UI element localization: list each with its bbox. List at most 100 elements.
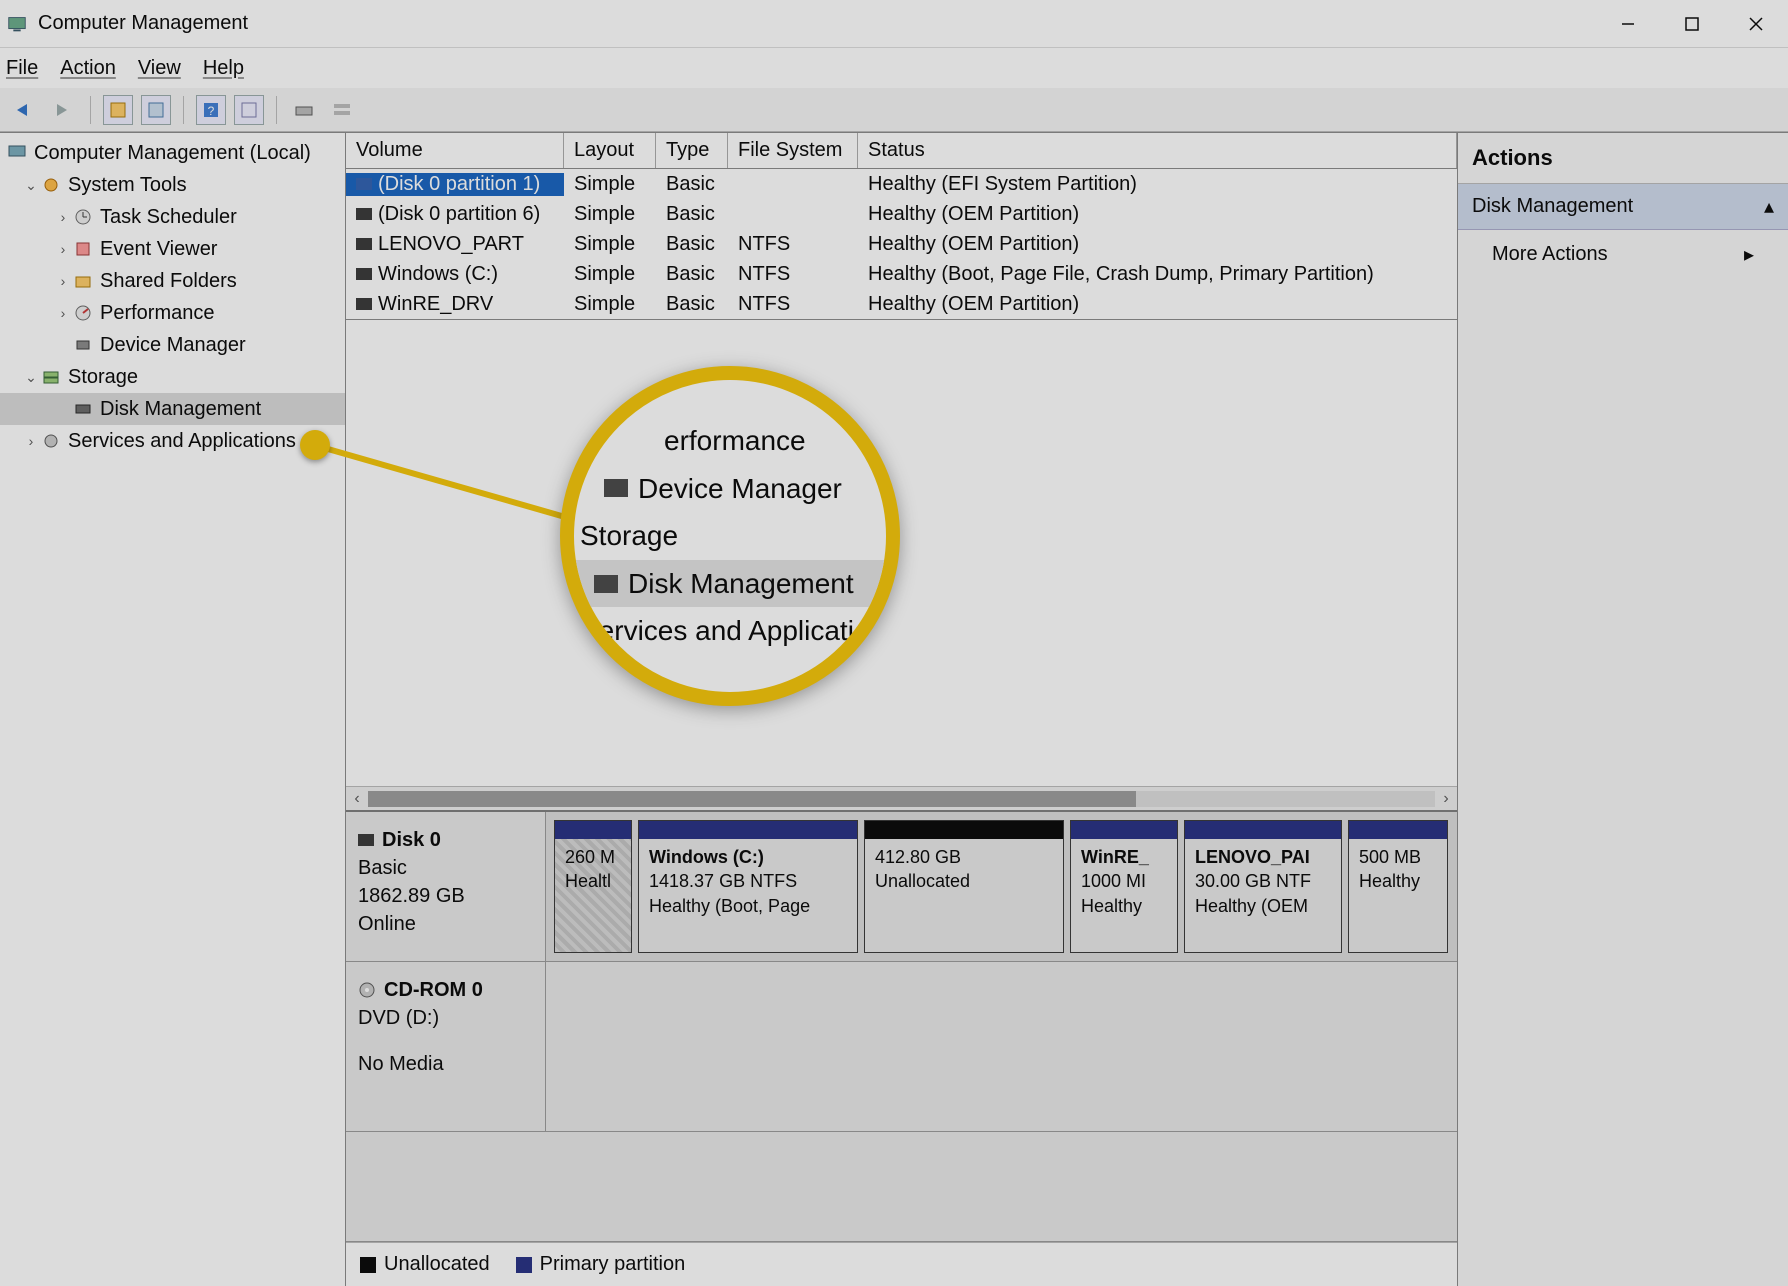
volume-row[interactable]: (Disk 0 partition 6)SimpleBasicHealthy (…: [346, 199, 1457, 229]
help-button[interactable]: ?: [196, 95, 226, 125]
volume-row[interactable]: Windows (C:)SimpleBasicNTFSHealthy (Boot…: [346, 259, 1457, 289]
menu-help[interactable]: Help: [203, 57, 244, 80]
disk-row-0[interactable]: Disk 0 Basic 1862.89 GB Online 260 MHeal…: [346, 812, 1457, 962]
forward-button[interactable]: [48, 95, 78, 125]
partition[interactable]: LENOVO_PAI30.00 GB NTFHealthy (OEM: [1184, 820, 1342, 953]
toolbar-btn-5[interactable]: [327, 95, 357, 125]
chevron-down-icon[interactable]: ⌄: [22, 177, 40, 194]
partition[interactable]: Windows (C:)1418.37 GB NTFSHealthy (Boot…: [638, 820, 858, 953]
tree-device-manager[interactable]: Device Manager: [0, 329, 345, 361]
app-window: Computer Management File Action View Hel…: [0, 0, 1788, 1286]
col-fs[interactable]: File System: [728, 133, 858, 168]
toolbar-btn-1[interactable]: [103, 95, 133, 125]
partition-line2: Healthy: [1081, 894, 1167, 918]
tree-task-scheduler[interactable]: › Task Scheduler: [0, 201, 345, 233]
partition-line1: 1000 MI: [1081, 869, 1167, 893]
actions-group-label: Disk Management: [1472, 195, 1633, 218]
disk-icon: [358, 834, 374, 846]
volume-row[interactable]: LENOVO_PARTSimpleBasicNTFSHealthy (OEM P…: [346, 229, 1457, 259]
disk0-type: Basic: [358, 854, 533, 882]
toolbar-btn-3[interactable]: [234, 95, 264, 125]
partition-line1: 412.80 GB: [875, 845, 1053, 869]
tree-system-tools-label: System Tools: [68, 174, 187, 197]
col-volume[interactable]: Volume: [346, 133, 564, 168]
volume-layout: Simple: [564, 203, 656, 226]
cdrom-name: CD-ROM 0: [384, 976, 483, 1004]
tree-performance-label: Performance: [100, 302, 215, 325]
actions-more[interactable]: More Actions ▸: [1458, 230, 1788, 279]
partition[interactable]: 500 MBHealthy: [1348, 820, 1448, 953]
col-layout[interactable]: Layout: [564, 133, 656, 168]
tree-shared-folders[interactable]: › Shared Folders: [0, 265, 345, 297]
partition-line2: Healtl: [565, 869, 621, 893]
horizontal-scrollbar[interactable]: ‹ ›: [346, 786, 1457, 810]
tree-performance[interactable]: › Performance: [0, 297, 345, 329]
legend-primary-swatch: [516, 1257, 532, 1273]
volume-type: Basic: [656, 233, 728, 256]
disk-row-cdrom[interactable]: CD-ROM 0 DVD (D:) No Media: [346, 962, 1457, 1132]
partition-title: WinRE_: [1081, 845, 1167, 869]
disk-icon: [72, 398, 94, 420]
close-button[interactable]: [1724, 0, 1788, 47]
storage-icon: [40, 366, 62, 388]
actions-more-label: More Actions: [1492, 243, 1608, 266]
menu-action[interactable]: Action: [60, 57, 116, 80]
partition-stripe: [1349, 821, 1447, 839]
menubar: File Action View Help: [0, 48, 1788, 88]
volume-layout: Simple: [564, 233, 656, 256]
partition-line2: Healthy (OEM: [1195, 894, 1331, 918]
tree-storage[interactable]: ⌄ Storage: [0, 361, 345, 393]
chevron-right-icon[interactable]: ›: [54, 241, 72, 257]
chevron-right-icon[interactable]: ›: [54, 209, 72, 225]
disk0-size: 1862.89 GB: [358, 882, 533, 910]
tree-services-apps[interactable]: › Services and Applications: [0, 425, 345, 457]
scroll-right-icon[interactable]: ›: [1435, 790, 1457, 808]
chevron-right-icon[interactable]: ›: [54, 273, 72, 289]
services-icon: [40, 430, 62, 452]
tree-task-scheduler-label: Task Scheduler: [100, 206, 237, 229]
menu-file[interactable]: File: [6, 57, 38, 80]
col-status[interactable]: Status: [858, 133, 1457, 168]
volume-status: Healthy (OEM Partition): [858, 203, 1457, 226]
partition[interactable]: 260 MHealtl: [554, 820, 632, 953]
collapse-icon[interactable]: ▴: [1764, 194, 1774, 219]
partition-line1: 500 MB: [1359, 845, 1437, 869]
tree-services-apps-label: Services and Applications: [68, 430, 296, 453]
partition-line2: Healthy: [1359, 869, 1437, 893]
scroll-thumb[interactable]: [368, 791, 1136, 807]
volume-status: Healthy (OEM Partition): [858, 233, 1457, 256]
chevron-down-icon[interactable]: ⌄: [22, 369, 40, 386]
tree-system-tools[interactable]: ⌄ System Tools: [0, 169, 345, 201]
partition[interactable]: WinRE_1000 MIHealthy: [1070, 820, 1178, 953]
partition[interactable]: 412.80 GBUnallocated: [864, 820, 1064, 953]
minimize-button[interactable]: [1596, 0, 1660, 47]
volume-fs: NTFS: [728, 263, 858, 286]
menu-view[interactable]: View: [138, 57, 181, 80]
nav-tree[interactable]: Computer Management (Local) ⌄ System Too…: [0, 133, 346, 1286]
volume-row[interactable]: WinRE_DRVSimpleBasicNTFSHealthy (OEM Par…: [346, 289, 1457, 319]
col-type[interactable]: Type: [656, 133, 728, 168]
legend: Unallocated Primary partition: [346, 1242, 1457, 1286]
tree-event-viewer[interactable]: › Event Viewer: [0, 233, 345, 265]
toolbar-btn-2[interactable]: [141, 95, 171, 125]
volume-icon: [356, 238, 372, 250]
tree-root[interactable]: Computer Management (Local): [0, 137, 345, 169]
volume-icon: [356, 178, 372, 190]
maximize-button[interactable]: [1660, 0, 1724, 47]
toolbar-btn-4[interactable]: [289, 95, 319, 125]
actions-group[interactable]: Disk Management ▴: [1458, 184, 1788, 230]
callout-r1: erformance: [664, 417, 806, 465]
scroll-left-icon[interactable]: ‹: [346, 790, 368, 808]
chevron-right-icon[interactable]: ›: [54, 305, 72, 321]
disk0-name: Disk 0: [382, 826, 441, 854]
titlebar: Computer Management: [0, 0, 1788, 48]
cdrom-icon: [358, 981, 376, 999]
volume-name: (Disk 0 partition 6): [378, 203, 540, 226]
tree-root-label: Computer Management (Local): [34, 142, 311, 165]
scroll-track[interactable]: [368, 791, 1435, 807]
back-button[interactable]: [10, 95, 40, 125]
chevron-right-icon[interactable]: ›: [22, 433, 40, 449]
partition-stripe: [1071, 821, 1177, 839]
tree-disk-management[interactable]: Disk Management: [0, 393, 345, 425]
volume-row[interactable]: (Disk 0 partition 1)SimpleBasicHealthy (…: [346, 169, 1457, 199]
